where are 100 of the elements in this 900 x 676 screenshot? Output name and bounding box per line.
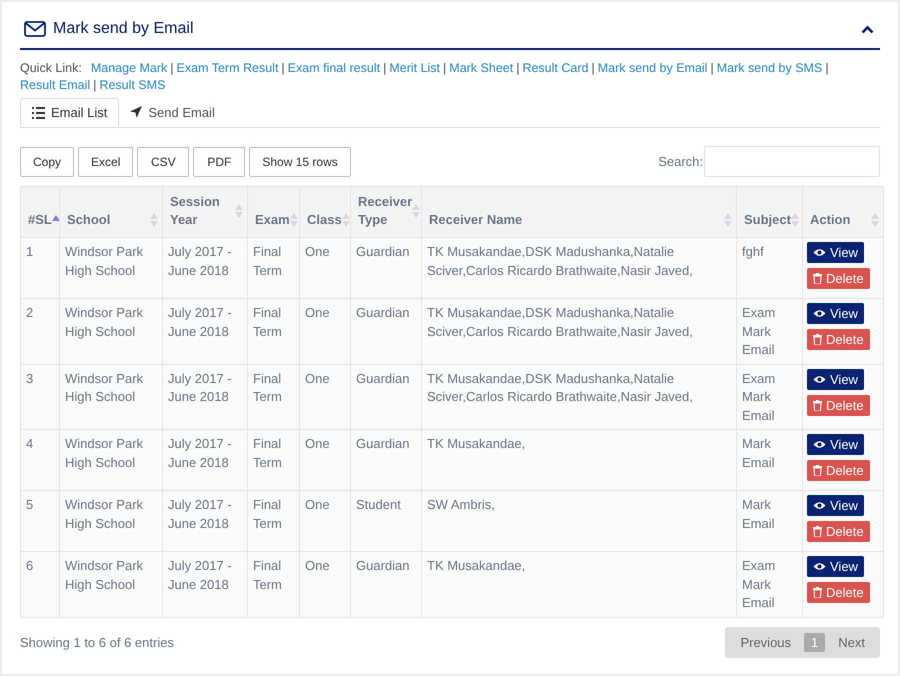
table-cell: July 2017 - June 2018 bbox=[162, 238, 248, 298]
link-separator: | bbox=[383, 60, 386, 77]
envelope-icon bbox=[24, 21, 46, 37]
delete-button[interactable]: Delete bbox=[807, 582, 870, 603]
quick-link[interactable]: Merit List bbox=[389, 60, 440, 77]
link-separator: | bbox=[710, 60, 714, 77]
link-separator: | bbox=[825, 60, 829, 77]
table-cell: 3 bbox=[20, 364, 60, 430]
table-cell: One bbox=[300, 490, 350, 552]
eye-icon bbox=[813, 309, 826, 318]
list-icon bbox=[32, 106, 45, 118]
view-button[interactable]: View bbox=[807, 556, 864, 577]
delete-button[interactable]: Delete bbox=[807, 521, 870, 542]
delete-button[interactable]: Delete bbox=[807, 268, 870, 289]
table-cell: July 2017 - June 2018 bbox=[162, 298, 248, 364]
quick-link[interactable]: Result SMS bbox=[99, 77, 166, 94]
eye-icon bbox=[813, 440, 826, 449]
table-cell: One bbox=[300, 430, 350, 490]
tab[interactable]: Email List bbox=[20, 98, 120, 127]
tab[interactable]: Send Email bbox=[119, 98, 226, 126]
view-button[interactable]: View bbox=[807, 303, 864, 324]
quick-link[interactable]: Result Card bbox=[522, 60, 588, 77]
link-separator: | bbox=[281, 60, 285, 77]
quick-link[interactable]: Mark send by Email bbox=[598, 60, 708, 77]
page-link[interactable]: Next bbox=[828, 634, 875, 650]
table-cell: Windsor Park High School bbox=[60, 238, 162, 298]
eye-icon bbox=[813, 248, 826, 257]
link-separator: | bbox=[170, 60, 174, 77]
eye-icon bbox=[813, 562, 826, 571]
column-header[interactable]: Receiver Type bbox=[350, 186, 422, 238]
trash-icon bbox=[813, 526, 822, 537]
table-cell: TK Musakandae,DSK Madushanka,Natalie Sciver,Carlos Ricardo Brathwaite,Nasir Javed, bbox=[422, 298, 736, 364]
quick-link[interactable]: Exam final result bbox=[288, 60, 380, 77]
table-cell: July 2017 - June 2018 bbox=[162, 364, 248, 430]
search-label: Search: bbox=[658, 154, 703, 169]
search-field[interactable] bbox=[704, 146, 880, 177]
column-header[interactable]: #SL bbox=[20, 186, 60, 238]
quick-link[interactable]: Result Email bbox=[20, 77, 90, 94]
table-cell: Mark Email bbox=[736, 490, 802, 552]
column-header[interactable]: Subject bbox=[736, 186, 802, 238]
table-cell: One bbox=[300, 298, 350, 364]
table-cell: Windsor Park High School bbox=[60, 364, 162, 430]
collapse-icon[interactable] bbox=[861, 24, 874, 34]
table-cell: Guardian bbox=[350, 298, 422, 364]
link-separator: | bbox=[93, 77, 96, 94]
table-cell: 4 bbox=[20, 430, 60, 490]
table-cell: Final Term bbox=[248, 238, 300, 298]
column-header[interactable]: Action bbox=[802, 186, 884, 238]
table-cell: 2 bbox=[20, 298, 60, 364]
export-button[interactable]: Excel bbox=[78, 146, 134, 176]
page-link[interactable]: 1 bbox=[804, 632, 826, 652]
table-cell: TK Musakandae, bbox=[422, 552, 736, 617]
table-cell: One bbox=[300, 364, 350, 430]
view-button[interactable]: View bbox=[807, 242, 864, 263]
export-button[interactable]: PDF bbox=[193, 146, 246, 176]
delete-button[interactable]: Delete bbox=[807, 329, 870, 350]
trash-icon bbox=[813, 273, 822, 284]
view-button[interactable]: View bbox=[807, 495, 864, 516]
table-cell: Final Term bbox=[248, 490, 300, 552]
eye-icon bbox=[813, 374, 826, 384]
eye-icon bbox=[813, 501, 826, 510]
table-cell: Mark Email bbox=[736, 430, 802, 490]
view-button[interactable]: View bbox=[807, 368, 864, 390]
export-button[interactable]: Show 15 rows bbox=[249, 146, 351, 176]
delete-button[interactable]: Delete bbox=[807, 460, 870, 481]
table-cell: Final Term bbox=[248, 430, 300, 490]
column-header[interactable]: School bbox=[60, 186, 162, 238]
view-button[interactable]: View bbox=[807, 434, 864, 455]
entries-info: Showing 1 to 6 of 6 entries bbox=[20, 634, 174, 650]
quick-link[interactable]: Mark Sheet bbox=[449, 60, 514, 77]
quick-link-label: Quick Link: bbox=[20, 60, 82, 77]
panel-title: Mark send by Email bbox=[53, 20, 194, 38]
trash-icon bbox=[813, 334, 822, 345]
delete-button[interactable]: Delete bbox=[807, 394, 870, 416]
page-link[interactable]: Previous bbox=[730, 634, 802, 650]
table-cell: Guardian bbox=[350, 430, 422, 490]
table-cell: Final Term bbox=[248, 552, 300, 617]
export-button[interactable]: CSV bbox=[137, 146, 190, 176]
quick-link[interactable]: Manage Mark bbox=[90, 60, 168, 77]
table-cell: Exam Mark Email bbox=[736, 364, 802, 430]
table-cell: Windsor Park High School bbox=[60, 490, 162, 552]
table-cell: Guardian bbox=[350, 364, 422, 430]
table-cell: One bbox=[300, 238, 350, 298]
table-cell: Exam Mark Email bbox=[736, 552, 802, 617]
table-cell: July 2017 - June 2018 bbox=[162, 552, 248, 617]
table-cell: Student bbox=[350, 490, 422, 552]
quick-link[interactable]: Exam Term Result bbox=[176, 60, 278, 77]
column-header[interactable]: Exam bbox=[248, 186, 300, 238]
column-header[interactable]: Session Year bbox=[162, 186, 248, 238]
trash-icon bbox=[813, 465, 822, 476]
trash-icon bbox=[813, 400, 822, 410]
table-cell: 1 bbox=[20, 238, 60, 298]
table-cell: Final Term bbox=[248, 364, 300, 430]
table-cell: Final Term bbox=[248, 298, 300, 364]
table-cell: TK Musakandae,DSK Madushanka,Natalie Sciver,Carlos Ricardo Brathwaite,Nasir Javed, bbox=[422, 238, 736, 298]
table-cell: fghf bbox=[736, 238, 802, 298]
column-header[interactable]: Class bbox=[300, 186, 350, 238]
quick-link[interactable]: Mark send by SMS bbox=[716, 60, 822, 77]
column-header[interactable]: Receiver Name bbox=[422, 186, 736, 238]
export-button[interactable]: Copy bbox=[20, 146, 74, 176]
